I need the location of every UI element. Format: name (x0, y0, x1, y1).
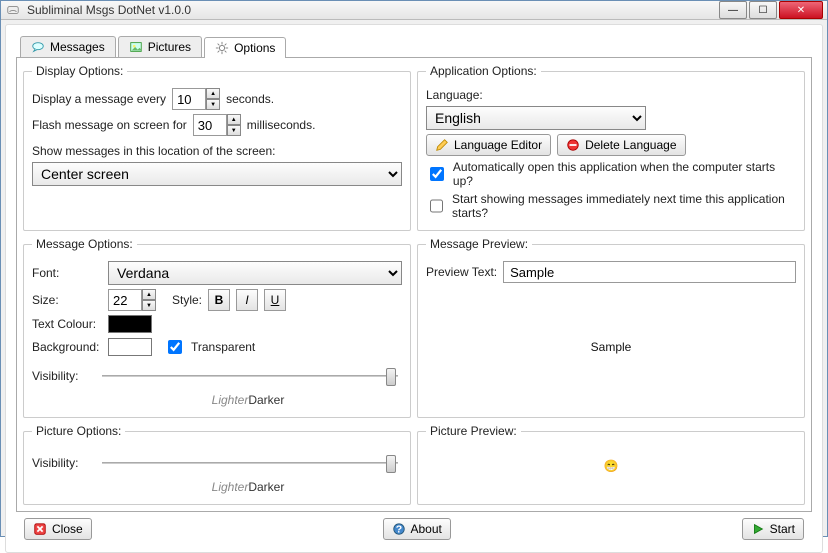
smiley-icon: 😁 (604, 459, 619, 473)
svg-text:?: ? (395, 524, 401, 536)
message-preview-group: Message Preview: Preview Text: Sample (417, 237, 805, 418)
transparent-label: Transparent (191, 340, 255, 354)
titlebar: Subliminal Msgs DotNet v1.0.0 — ☐ ✕ (1, 1, 827, 20)
pic-visibility-thumb[interactable] (386, 455, 396, 473)
display-options-group: Display Options: Display a message every… (23, 64, 411, 231)
display-every-down[interactable]: ▼ (206, 99, 220, 110)
tab-pictures[interactable]: Pictures (118, 36, 202, 57)
start-button-label: Start (770, 522, 795, 536)
display-every-up[interactable]: ▲ (206, 88, 220, 99)
tabstrip: Messages Pictures Options (16, 33, 812, 57)
text-colour-swatch[interactable] (108, 315, 152, 333)
flash-down[interactable]: ▼ (227, 125, 241, 136)
language-editor-label: Language Editor (454, 138, 542, 152)
flash-label-post: milliseconds. (247, 118, 316, 132)
window-close-button[interactable]: ✕ (779, 1, 823, 19)
msg-visibility-slider[interactable] (98, 365, 402, 387)
tab-pictures-label: Pictures (148, 40, 191, 54)
size-up[interactable]: ▲ (142, 289, 156, 300)
size-input[interactable] (108, 289, 142, 311)
client-area: Messages Pictures Options Display Option… (5, 24, 823, 553)
delete-language-button[interactable]: Delete Language (557, 134, 685, 156)
pic-visibility-lighter: Lighter (212, 480, 249, 494)
language-select[interactable]: English (426, 106, 646, 130)
tab-messages-label: Messages (50, 40, 105, 54)
application-options-group: Application Options: Language: English L… (417, 64, 805, 231)
language-editor-button[interactable]: Language Editor (426, 134, 551, 156)
style-label: Style: (172, 293, 202, 307)
message-preview-legend: Message Preview: (426, 237, 532, 251)
text-colour-label: Text Colour: (32, 317, 102, 331)
options-panel: Display Options: Display a message every… (16, 57, 812, 512)
size-label: Size: (32, 293, 102, 307)
underline-toggle[interactable]: U (264, 289, 286, 311)
flash-label-pre: Flash message on screen for (32, 118, 187, 132)
preview-text-input[interactable] (503, 261, 796, 283)
size-stepper[interactable]: ▲▼ (108, 289, 156, 311)
picture-options-legend: Picture Options: (32, 424, 125, 438)
msg-visibility-darker: Darker (248, 393, 284, 407)
close-icon (33, 522, 47, 536)
language-label: Language: (426, 88, 483, 102)
speech-bubble-icon (31, 40, 45, 54)
play-icon (751, 522, 765, 536)
preview-text-label: Preview Text: (426, 265, 497, 279)
picture-preview-group: Picture Preview: 😁 (417, 424, 805, 505)
gear-icon (215, 41, 229, 55)
app-icon (5, 2, 21, 18)
flash-stepper[interactable]: ▲▼ (193, 114, 241, 136)
pencil-icon (435, 138, 449, 152)
preview-sample-text: Sample (591, 340, 632, 354)
display-every-stepper[interactable]: ▲▼ (172, 88, 220, 110)
tab-messages[interactable]: Messages (20, 36, 116, 57)
font-select[interactable]: Verdana (108, 261, 402, 285)
msg-visibility-lighter: Lighter (212, 393, 249, 407)
start-showing-checkbox[interactable] (430, 199, 443, 213)
transparent-checkbox[interactable] (168, 340, 182, 354)
picture-options-group: Picture Options: Visibility: Lighter Dar… (23, 424, 411, 505)
msg-visibility-label: Visibility: (32, 369, 92, 383)
picture-preview-legend: Picture Preview: (426, 424, 521, 438)
maximize-button[interactable]: ☐ (749, 1, 777, 19)
flash-input[interactable] (193, 114, 227, 136)
question-icon: ? (392, 522, 406, 536)
preview-area: Sample (426, 287, 796, 407)
pic-visibility-label: Visibility: (32, 456, 92, 470)
display-every-label-pre: Display a message every (32, 92, 166, 106)
tab-options-label: Options (234, 41, 275, 55)
start-showing-label: Start showing messages immediately next … (452, 192, 796, 220)
delete-language-label: Delete Language (585, 138, 676, 152)
tab-options[interactable]: Options (204, 37, 286, 58)
footer: Close ? About Start (16, 512, 812, 546)
image-icon (129, 40, 143, 54)
window-title: Subliminal Msgs DotNet v1.0.0 (27, 3, 717, 17)
pic-visibility-slider[interactable] (98, 452, 402, 474)
about-button-label: About (411, 522, 442, 536)
background-colour-swatch[interactable] (108, 338, 152, 356)
msg-visibility-thumb[interactable] (386, 368, 396, 386)
message-options-legend: Message Options: (32, 237, 137, 251)
font-label: Font: (32, 266, 102, 280)
location-select[interactable]: Center screen (32, 162, 402, 186)
size-down[interactable]: ▼ (142, 300, 156, 311)
application-options-legend: Application Options: (426, 64, 541, 78)
autostart-checkbox[interactable] (430, 167, 444, 181)
message-options-group: Message Options: Font: Verdana Size: ▲▼ … (23, 237, 411, 418)
minimize-button[interactable]: — (719, 1, 747, 19)
flash-up[interactable]: ▲ (227, 114, 241, 125)
close-button-label: Close (52, 522, 83, 536)
display-every-input[interactable] (172, 88, 206, 110)
bold-toggle[interactable]: B (208, 289, 230, 311)
autostart-label: Automatically open this application when… (453, 160, 796, 188)
background-colour-label: Background: (32, 340, 102, 354)
app-window: Subliminal Msgs DotNet v1.0.0 — ☐ ✕ Mess… (0, 0, 828, 537)
location-label: Show messages in this location of the sc… (32, 144, 275, 158)
pic-visibility-darker: Darker (248, 480, 284, 494)
display-options-legend: Display Options: (32, 64, 127, 78)
delete-icon (566, 138, 580, 152)
italic-toggle[interactable]: I (236, 289, 258, 311)
picture-preview-area: 😁 (426, 444, 796, 488)
display-every-label-post: seconds. (226, 92, 274, 106)
